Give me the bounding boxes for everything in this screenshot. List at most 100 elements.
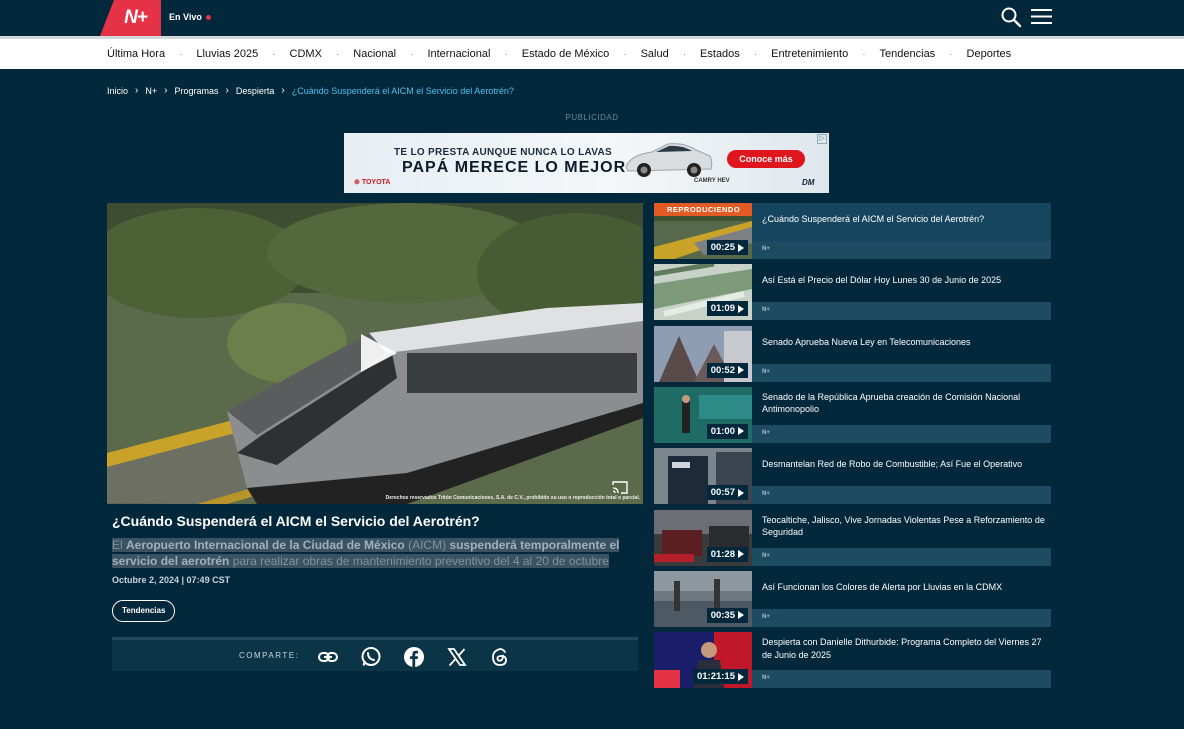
related-video-item[interactable]: 00:52 Senado Aprueba Nueva Ley en Telecom… [654, 325, 1051, 382]
related-video-thumbnail[interactable]: 01:28 [654, 509, 752, 566]
section-nav-list: Última Hora · Lluvias 2025 · CDMX · Nacional · I… [107, 39, 1011, 69]
live-link[interactable]: En Vivo [169, 12, 211, 22]
nav-item[interactable]: Última Hora [107, 48, 165, 60]
duration-text: 01:21:15 [696, 671, 735, 683]
tag-button[interactable]: Tendencias [112, 600, 176, 622]
nav-separator: · [410, 48, 414, 60]
ad-banner[interactable]: TE LO PRESTA AUNQUE NUNCA LO LAVAS PAPÁ … [344, 133, 829, 193]
desc-text: El Aeropuerto Internacional de la Ciudad… [112, 538, 620, 568]
nav-item[interactable]: Nacional [353, 48, 396, 60]
duration-badge: 00:52 [706, 362, 748, 378]
related-video-title[interactable]: Así Está el Precio del Dólar Hoy Lunes 3… [762, 274, 1047, 287]
site-logo[interactable]: N+ [100, 0, 161, 36]
desc-part: El [112, 538, 127, 552]
related-video-item[interactable]: 01:00 Senado de la República Aprueba crea… [654, 386, 1051, 443]
channel-strip: N+ [752, 363, 1051, 382]
nav-item[interactable]: Estados [700, 48, 740, 60]
related-video-item[interactable]: 01:21:15 Despierta con Danielle Dithurbid… [654, 632, 1051, 689]
play-icon [738, 243, 744, 252]
related-video-item[interactable]: 01:28 Teocaltiche, Jalisco, Vive Jornadas… [654, 509, 1051, 566]
ad-model: CAMRY HEV [694, 178, 730, 184]
breadcrumb-item[interactable]: Inicio [107, 86, 128, 96]
nav-separator: · [179, 48, 183, 60]
related-video-thumbnail[interactable]: 01:21:15 [654, 632, 752, 689]
link-icon[interactable] [317, 646, 339, 668]
related-video-title[interactable]: Senado de la República Aprueba creación … [762, 391, 1047, 416]
duration-text: 01:09 [710, 303, 735, 315]
breadcrumb-item[interactable]: Despierta [236, 86, 275, 96]
chevron-right-icon: › [225, 85, 229, 96]
channel-strip: N+ [752, 547, 1051, 566]
nav-item[interactable]: Internacional [427, 48, 490, 60]
facebook-icon[interactable] [403, 646, 425, 668]
chevron-right-icon: › [281, 85, 285, 96]
ad-cta-button[interactable]: Conoce más [727, 150, 805, 168]
related-video-thumbnail[interactable]: 01:00 [654, 386, 752, 443]
related-video-title[interactable]: Senado Aprueba Nueva Ley en Telecomunica… [762, 336, 1047, 349]
nav-item[interactable]: Tendencias [880, 48, 936, 60]
related-video-thumbnail[interactable]: 00:52 [654, 325, 752, 382]
breadcrumb-item[interactable]: N+ [145, 86, 157, 96]
play-icon[interactable] [359, 332, 399, 374]
channel-label: N+ [762, 307, 770, 314]
nav-separator: · [949, 48, 953, 60]
menu-icon[interactable] [1031, 8, 1052, 25]
search-icon[interactable] [1000, 6, 1022, 28]
channel-strip: N+ [752, 241, 1051, 259]
nav-item[interactable]: Entretenimiento [771, 48, 848, 60]
related-video-thumbnail[interactable]: 00:57 [654, 448, 752, 505]
related-video-item[interactable]: 00:35 Así Funcionan los Colores de Alerta… [654, 570, 1051, 627]
duration-badge: 01:00 [706, 423, 748, 439]
duration-badge: 01:28 [706, 546, 748, 562]
channel-label: N+ [762, 552, 770, 559]
related-video-title[interactable]: ¿Cuándo Suspenderá el AICM el Servicio d… [762, 213, 1047, 226]
channel-strip: N+ [752, 608, 1051, 627]
related-video-body: Desmantelan Red de Robo de Combustible; … [752, 448, 1051, 505]
related-video-title[interactable]: Así Funcionan los Colores de Alerta por … [762, 581, 1047, 594]
threads-icon[interactable] [489, 646, 511, 668]
publish-date: Octubre 2, 2024 | 07:49 CST [112, 575, 231, 585]
video-player[interactable]: Derechos reservados Tritón Comunicacione… [107, 203, 643, 504]
ad-label: PUBLICIDAD [565, 113, 619, 122]
related-video-thumbnail[interactable]: REPRODUCIENDO 00:25 [654, 203, 752, 259]
duration-text: 00:57 [710, 487, 735, 499]
x-icon[interactable] [446, 646, 468, 668]
nav-separator: · [682, 48, 687, 60]
nav-item[interactable]: CDMX [290, 48, 322, 60]
ad-brand-text: TOYOTA [361, 179, 391, 186]
nav-item[interactable]: Estado de México [522, 48, 609, 60]
related-video-title[interactable]: Teocaltiche, Jalisco, Vive Jornadas Viol… [762, 514, 1047, 539]
channel-strip: N+ [752, 670, 1051, 689]
duration-badge: 00:35 [706, 607, 748, 623]
duration-text: 00:35 [710, 609, 735, 621]
duration-text: 01:28 [710, 548, 735, 560]
related-video-thumbnail[interactable]: 01:09 [654, 264, 752, 321]
nav-separator: · [753, 48, 758, 60]
nav-separator: · [623, 48, 627, 60]
channel-label: N+ [762, 246, 770, 252]
share-label: COMPARTE: [239, 651, 300, 660]
play-icon [738, 304, 744, 313]
related-video-item[interactable]: REPRODUCIENDO 00:25 ¿Cuándo Suspenderá el … [654, 203, 1051, 259]
nav-item[interactable]: Salud [641, 48, 669, 60]
duration-badge: 00:57 [706, 485, 748, 501]
related-video-title[interactable]: Desmantelan Red de Robo de Combustible; … [762, 458, 1047, 471]
related-video-item[interactable]: 00:57 Desmantelan Red de Robo de Combusti… [654, 448, 1051, 505]
related-video-title[interactable]: Despierta con Danielle Dithurbide: Progr… [762, 636, 1047, 661]
chevron-right-icon: › [164, 85, 168, 96]
nav-item[interactable]: Deportes [967, 48, 1012, 60]
ad-choices-icon[interactable]: ▷ [817, 134, 827, 144]
whatsapp-icon[interactable] [360, 646, 382, 668]
breadcrumb: Inicio › N+ › Programas › Despierta › ¿Cuánd… [107, 85, 514, 96]
nav-item[interactable]: Lluvias 2025 [196, 48, 258, 60]
duration-badge: 00:25 [706, 240, 748, 255]
duration-badge: 01:21:15 [692, 669, 748, 685]
breadcrumb-item[interactable]: Programas [174, 86, 218, 96]
ad-dealer-logo: DM [802, 178, 815, 187]
cast-icon[interactable] [612, 481, 628, 494]
related-video-thumbnail[interactable]: 00:35 [654, 570, 752, 627]
related-video-item[interactable]: 01:09 Así Está el Precio del Dólar Hoy Lu… [654, 264, 1051, 321]
channel-label: N+ [762, 675, 770, 682]
nav-separator: · [504, 48, 508, 60]
related-video-body: Teocaltiche, Jalisco, Vive Jornadas Viol… [752, 509, 1051, 566]
